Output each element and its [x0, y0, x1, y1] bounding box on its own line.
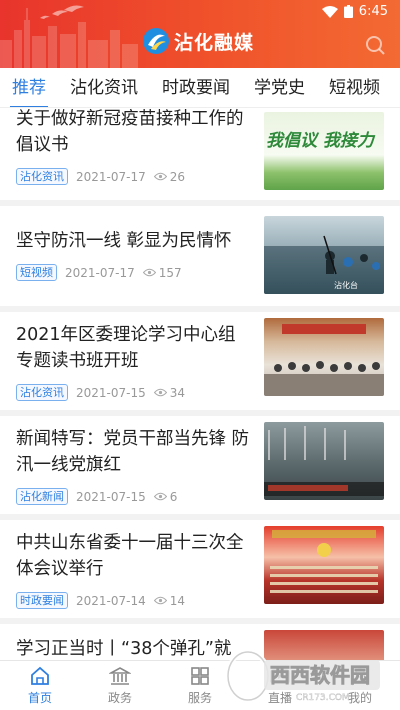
view-count: 14	[153, 594, 185, 608]
news-item[interactable]: 坚守防汛一线 彰显为民情怀 短视频 2021-07-17 157 沾化台	[0, 206, 400, 312]
home-icon	[31, 666, 49, 685]
nav-label: 首页	[27, 691, 52, 705]
news-title: 2021年区委理论学习中心组专题读书班开班	[16, 325, 236, 371]
news-date: 2021-07-17	[76, 169, 146, 184]
view-count: 6	[153, 490, 177, 504]
thumbnail-banner: 我倡议 我接力	[266, 131, 376, 151]
category-tag: 沾化资讯	[16, 384, 68, 401]
government-building-icon	[109, 667, 131, 685]
svg-text:我倡议 我接力: 我倡议 我接力	[266, 131, 376, 151]
category-tabs: 推荐 沾化资讯 时政要闻 学党史 短视频	[0, 68, 400, 108]
news-thumbnail: 沾化台	[264, 216, 384, 294]
news-date: 2021-07-15	[76, 489, 146, 504]
app-header: 6:45 沾化融媒	[0, 0, 400, 68]
svg-text:CR173.COM: CR173.COM	[296, 693, 350, 703]
logo-mark-icon	[143, 28, 169, 54]
news-title: 关于做好新冠疫苗接种工作的倡议书	[16, 109, 244, 155]
eye-icon	[142, 268, 156, 277]
nav-government[interactable]: 政务	[80, 661, 160, 710]
news-item[interactable]: 关于做好新冠疫苗接种工作的倡议书 沾化资讯 2021-07-17 26 我倡议 …	[0, 108, 400, 206]
category-tag: 短视频	[16, 264, 57, 281]
view-count: 157	[142, 266, 182, 280]
logo-text: 沾化融媒	[174, 31, 255, 54]
category-tag: 沾化资讯	[16, 168, 68, 185]
news-thumbnail	[264, 318, 384, 396]
eye-icon	[153, 388, 167, 397]
wifi-icon	[321, 5, 338, 18]
nav-home[interactable]: 首页	[0, 661, 80, 710]
services-grid-icon	[191, 667, 209, 685]
tab-politics[interactable]: 时政要闻	[150, 68, 242, 107]
eye-icon	[153, 596, 167, 605]
news-thumbnail	[264, 526, 384, 604]
tab-recommend[interactable]: 推荐	[0, 68, 58, 107]
plenary-session-image	[270, 530, 378, 593]
news-title: 坚守防汛一线 彰显为民情怀	[16, 231, 232, 251]
news-meta: 沾化新闻 2021-07-15 6	[16, 488, 177, 505]
tab-zhanhua-news[interactable]: 沾化资讯	[58, 68, 150, 107]
news-thumbnail	[264, 422, 384, 500]
flood-patrol-image	[264, 426, 384, 496]
eye-icon	[153, 172, 167, 181]
news-meta: 短视频 2021-07-17 157	[16, 264, 182, 281]
flood-scene-image: 沾化台	[264, 235, 384, 294]
news-title: 中共山东省委十一届十三次全体会议举行	[16, 533, 244, 579]
news-meta: 沾化资讯 2021-07-15 34	[16, 384, 185, 401]
news-list: 关于做好新冠疫苗接种工作的倡议书 沾化资讯 2021-07-17 26 我倡议 …	[0, 108, 400, 660]
view-count: 34	[153, 386, 185, 400]
view-count: 26	[153, 170, 185, 184]
news-item[interactable]: 2021年区委理论学习中心组专题读书班开班 沾化资讯 2021-07-15 34	[0, 312, 400, 416]
news-thumbnail: 我倡议 我接力	[264, 112, 384, 190]
category-tag: 沾化新闻	[16, 488, 68, 505]
eye-icon	[153, 492, 167, 501]
svg-text:沾化台: 沾化台	[334, 280, 358, 290]
battery-icon	[343, 5, 353, 18]
news-meta: 沾化资讯 2021-07-17 26	[16, 168, 185, 185]
status-bar: 6:45	[321, 4, 388, 19]
nav-label: 服务	[187, 691, 212, 705]
tab-party-history[interactable]: 学党史	[242, 68, 317, 107]
search-icon[interactable]	[364, 34, 386, 56]
nav-label: 政务	[107, 691, 132, 705]
category-tag: 时政要闻	[16, 592, 68, 609]
svg-text:西西软件园: 西西软件园	[270, 663, 370, 687]
site-watermark: 西西软件园 CR173.COM	[226, 649, 380, 703]
news-item[interactable]: 中共山东省委十一届十三次全体会议举行 时政要闻 2021-07-14 14	[0, 520, 400, 624]
news-title: 学习正当时丨“38个弹孔”就	[16, 639, 232, 659]
status-time: 6:45	[358, 4, 388, 19]
meeting-hall-image	[264, 324, 384, 396]
tab-short-video[interactable]: 短视频	[317, 68, 392, 107]
news-title: 新闻特写：党员干部当先锋 防汛一线党旗红	[16, 429, 250, 475]
news-date: 2021-07-14	[76, 593, 146, 608]
app-logo: 沾化融媒	[142, 27, 254, 55]
news-item[interactable]: 新闻特写：党员干部当先锋 防汛一线党旗红 沾化新闻 2021-07-15 6	[0, 416, 400, 520]
news-date: 2021-07-15	[76, 385, 146, 400]
news-date: 2021-07-17	[65, 265, 135, 280]
news-meta: 时政要闻 2021-07-14 14	[16, 592, 185, 609]
